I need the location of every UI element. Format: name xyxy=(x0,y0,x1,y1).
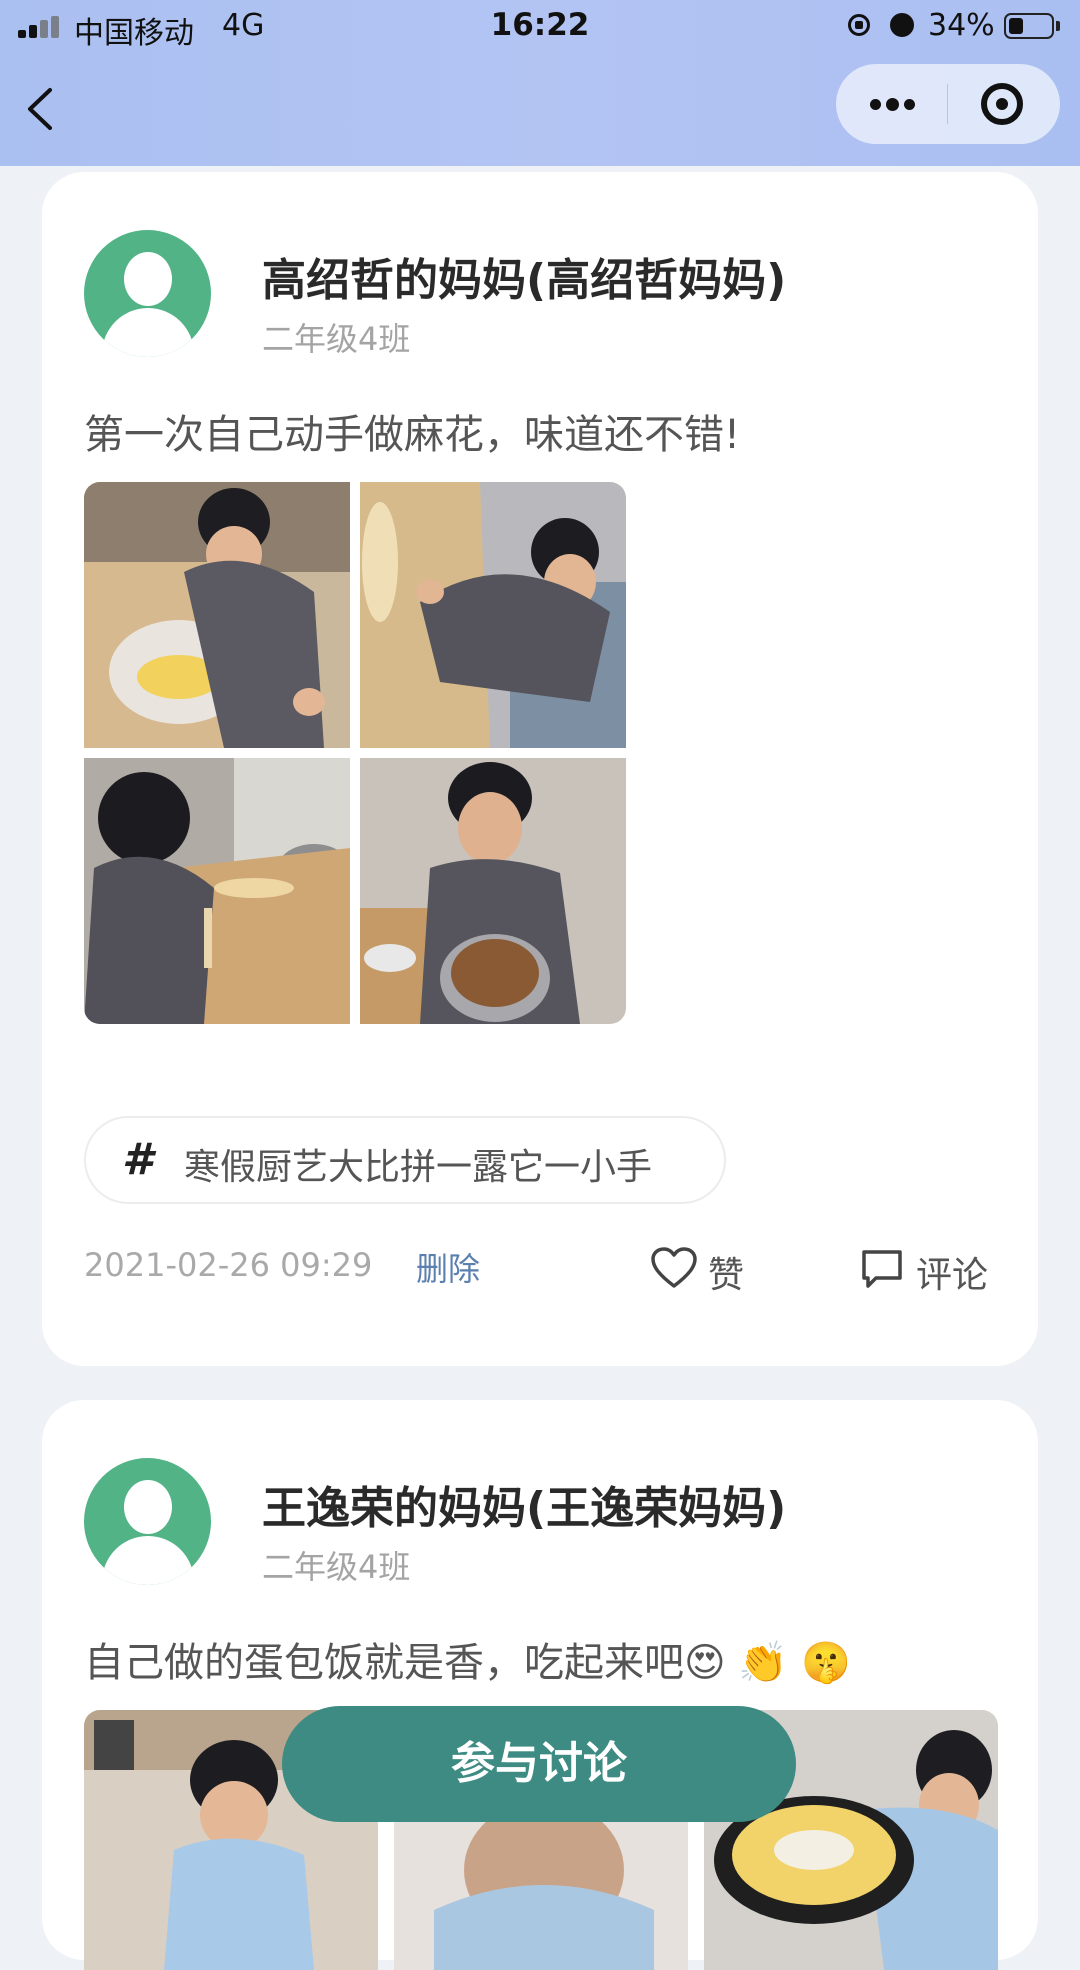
hashtag-icon: # xyxy=(122,1134,153,1185)
post-footer: 2021-02-26 09:29 删除 赞 评论 xyxy=(42,1240,1038,1300)
emoji-heart-eyes: 😍 xyxy=(684,1640,726,1686)
battery-level-fill xyxy=(1009,18,1023,34)
emoji-shushing: 🤫 xyxy=(800,1640,851,1686)
status-time: 16:22 xyxy=(490,7,590,43)
rotation-lock-icon xyxy=(848,14,870,36)
post-text: 自己做的蛋包饭就是香，吃起来吧😍 👏 🤫 xyxy=(84,1630,851,1688)
like-button[interactable]: 赞 xyxy=(650,1240,770,1296)
topic-label: 寒假厨艺大比拼一露它一小手 xyxy=(184,1147,653,1188)
post-photo[interactable] xyxy=(84,758,350,1024)
back-button[interactable] xyxy=(20,84,60,134)
post-text: 第一次自己动手做麻花，味道还不错! xyxy=(84,412,741,458)
battery-icon xyxy=(1004,13,1054,39)
top-header: 中国移动 4G 16:22 34% xyxy=(0,0,1080,166)
topic-tag[interactable]: # 寒假厨艺大比拼一露它一小手 xyxy=(84,1116,726,1204)
more-dots-icon[interactable] xyxy=(836,64,946,144)
post-class: 二年级4班 xyxy=(262,1548,411,1586)
photo-boy-holding-mahua xyxy=(360,758,626,1024)
post-date: 2021-02-26 09:29 xyxy=(84,1246,373,1284)
mini-program-close-icon[interactable] xyxy=(981,83,1023,125)
avatar[interactable] xyxy=(84,230,211,357)
post-author[interactable]: 王逸荣的妈妈(王逸荣妈妈) xyxy=(262,1472,786,1536)
chevron-left-icon xyxy=(28,88,52,130)
battery-cap xyxy=(1056,21,1060,31)
alarm-icon xyxy=(890,13,914,37)
post-photo[interactable] xyxy=(360,482,626,748)
avatar[interactable] xyxy=(84,1458,211,1585)
capsule-divider xyxy=(947,84,948,124)
post-photo[interactable] xyxy=(360,758,626,1024)
post-card: 高绍哲的妈妈(高绍哲妈妈) 二年级4班 第一次自己动手做麻花，味道还不错! # … xyxy=(42,172,1038,1366)
comment-label: 评论 xyxy=(916,1255,989,1296)
join-discussion-button[interactable]: 参与讨论 xyxy=(282,1706,796,1822)
photo-boy-shaping-twists xyxy=(84,758,350,1024)
post-text-body: 自己做的蛋包饭就是香，吃起来吧 xyxy=(84,1640,684,1686)
photo-boy-rolling-dough xyxy=(360,482,626,748)
post-card: 王逸荣的妈妈(王逸荣妈妈) 二年级4班 自己做的蛋包饭就是香，吃起来吧😍 👏 🤫 xyxy=(42,1400,1038,1970)
post-photo[interactable] xyxy=(84,482,350,748)
photo-boy-cracking-egg xyxy=(84,482,350,748)
post-class: 二年级4班 xyxy=(262,320,411,358)
like-label: 赞 xyxy=(708,1255,745,1296)
emoji-clapping: 👏 xyxy=(738,1640,789,1686)
status-bar: 中国移动 4G 16:22 34% xyxy=(0,0,1080,54)
battery-percent: 34% xyxy=(928,8,995,43)
comment-button[interactable]: 评论 xyxy=(860,1240,1000,1296)
post-author[interactable]: 高绍哲的妈妈(高绍哲妈妈) xyxy=(262,244,786,308)
heart-icon xyxy=(651,1247,697,1288)
delete-link[interactable]: 删除 xyxy=(416,1244,480,1290)
mini-program-capsule xyxy=(836,64,1060,144)
comment-icon xyxy=(862,1250,902,1288)
